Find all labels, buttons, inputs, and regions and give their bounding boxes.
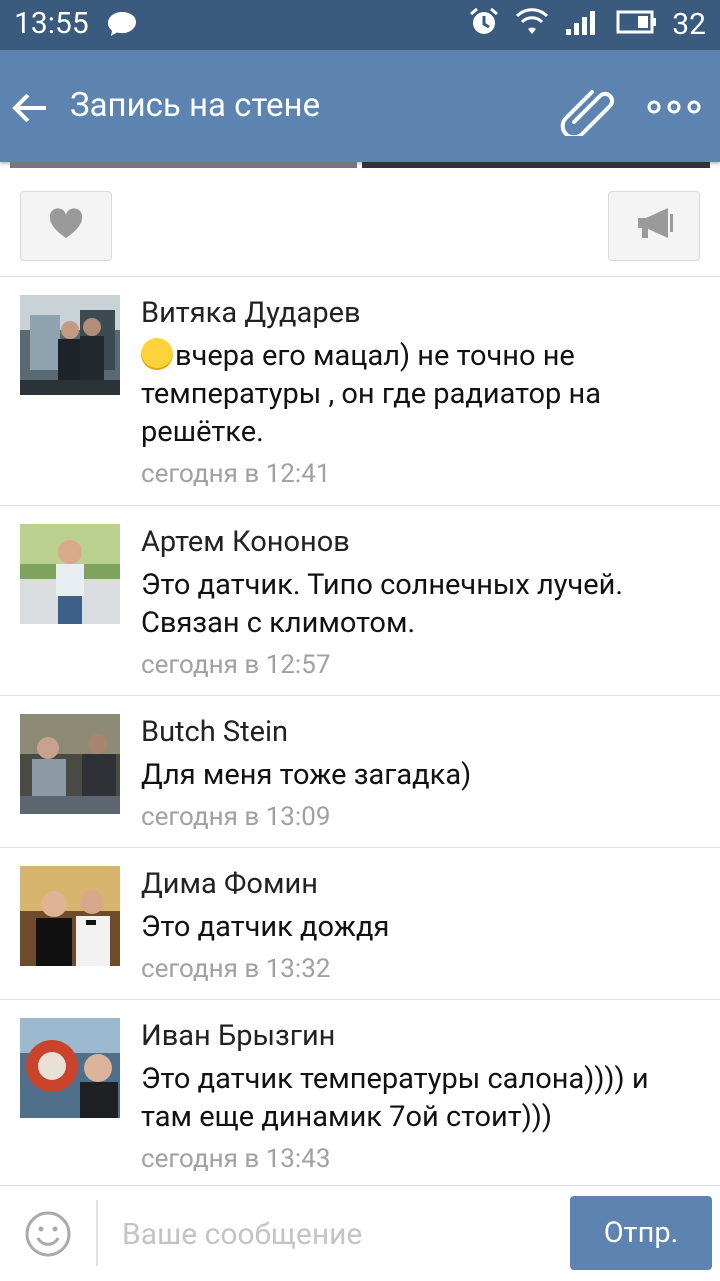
- chat-notification-icon: [106, 10, 138, 42]
- comment-author[interactable]: Иван Брызгин: [141, 1018, 700, 1054]
- signal-icon: [564, 7, 602, 41]
- more-options-icon[interactable]: [646, 98, 702, 120]
- send-button[interactable]: Отпр.: [570, 1196, 712, 1270]
- wifi-icon: [514, 8, 550, 40]
- comment-item[interactable]: Артем Кононов Это датчик. Типо солнечных…: [0, 506, 720, 696]
- message-input[interactable]: [120, 1208, 554, 1260]
- comment-author[interactable]: Артем Кононов: [141, 524, 700, 560]
- avatar[interactable]: [20, 866, 120, 966]
- status-bar: 13:55 32: [0, 0, 720, 50]
- comment-author[interactable]: Дима Фомин: [141, 866, 700, 902]
- emoji-smiley-icon[interactable]: [24, 1210, 72, 1262]
- comment-time: сегодня в 12:57: [141, 650, 331, 680]
- smile-emoji-icon: [141, 338, 173, 370]
- battery-icon: [616, 9, 658, 39]
- comment-text: вчера его мацал) не точно не температуры…: [141, 339, 602, 449]
- alarm-icon: [468, 6, 500, 42]
- comment-time: сегодня в 13:09: [141, 802, 331, 832]
- message-composer: Отпр.: [0, 1185, 720, 1281]
- comment-text: Для меня тоже загадка): [141, 758, 472, 792]
- avatar[interactable]: [20, 524, 120, 624]
- comment-author[interactable]: Butch Stein: [141, 714, 700, 750]
- back-arrow-icon[interactable]: [10, 88, 50, 128]
- avatar[interactable]: [20, 714, 120, 814]
- battery-level: 32: [672, 6, 706, 42]
- share-button[interactable]: [608, 191, 700, 261]
- comment-item[interactable]: Иван Брызгин Это датчик температуры сало…: [0, 1000, 720, 1184]
- comment-time: сегодня в 13:43: [141, 1144, 331, 1174]
- avatar[interactable]: [20, 295, 120, 395]
- comment-time: сегодня в 12:41: [141, 459, 331, 489]
- app-toolbar: Запись на стене: [0, 50, 720, 162]
- comment-text: Это датчик температуры салона)))) и там …: [141, 1062, 649, 1134]
- megaphone-icon: [634, 206, 674, 246]
- status-time: 13:55: [14, 6, 89, 41]
- page-title: Запись на стене: [70, 86, 321, 125]
- like-button[interactable]: [20, 191, 112, 261]
- comment-item[interactable]: Butch Stein Для меня тоже загадка) сегод…: [0, 696, 720, 848]
- comment-author[interactable]: Витяка Дударев: [141, 295, 700, 331]
- attach-paperclip-icon[interactable]: [560, 80, 620, 140]
- comment-text: Это датчик. Типо солнечных лучей. Связан…: [141, 568, 624, 640]
- comment-item[interactable]: Витяка Дударев вчера его мацал) не точно…: [0, 277, 720, 506]
- post-actions: [0, 168, 720, 277]
- avatar[interactable]: [20, 1018, 120, 1118]
- composer-divider: [96, 1200, 98, 1266]
- comment-time: сегодня в 13:32: [141, 954, 331, 984]
- comment-item[interactable]: Дима Фомин Это датчик дождя сегодня в 13…: [0, 848, 720, 1000]
- heart-icon: [48, 208, 84, 244]
- comment-text: Это датчик дождя: [141, 910, 390, 944]
